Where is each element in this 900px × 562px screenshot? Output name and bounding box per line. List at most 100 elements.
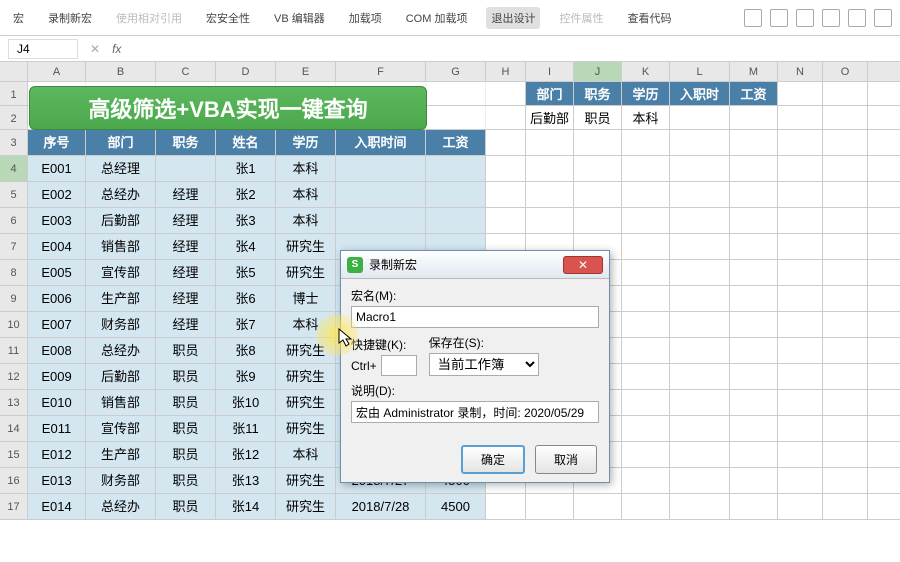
cell-O9[interactable] xyxy=(823,286,868,311)
cell-N17[interactable] xyxy=(778,494,823,519)
cell-A7[interactable]: E004 xyxy=(28,234,86,259)
cell-L14[interactable] xyxy=(670,416,730,441)
cell-M5[interactable] xyxy=(730,182,778,207)
cell-L3[interactable] xyxy=(670,130,730,155)
cell-A4[interactable]: E001 xyxy=(28,156,86,181)
cell-C12[interactable]: 职员 xyxy=(156,364,216,389)
cell-L6[interactable] xyxy=(670,208,730,233)
cell-E3[interactable]: 学历 xyxy=(276,130,336,155)
cell-D7[interactable]: 张4 xyxy=(216,234,276,259)
cell-O12[interactable] xyxy=(823,364,868,389)
cell-N1[interactable] xyxy=(778,82,823,105)
cell-J4[interactable] xyxy=(574,156,622,181)
cell-G1[interactable] xyxy=(426,82,486,105)
cell-M6[interactable] xyxy=(730,208,778,233)
cell-B15[interactable]: 生产部 xyxy=(86,442,156,467)
cell-D6[interactable]: 张3 xyxy=(216,208,276,233)
view-icon-2[interactable] xyxy=(770,9,788,27)
cell-K10[interactable] xyxy=(622,312,670,337)
cell-J5[interactable] xyxy=(574,182,622,207)
cell-J3[interactable] xyxy=(574,130,622,155)
cell-F3[interactable]: 入职时间 xyxy=(336,130,426,155)
cell-B13[interactable]: 销售部 xyxy=(86,390,156,415)
row-header-14[interactable]: 14 xyxy=(0,416,28,441)
row-header-17[interactable]: 17 xyxy=(0,494,28,519)
cell-A9[interactable]: E006 xyxy=(28,286,86,311)
ribbon-view-code[interactable]: 查看代码 xyxy=(622,7,676,29)
cell-M12[interactable] xyxy=(730,364,778,389)
cell-A12[interactable]: E009 xyxy=(28,364,86,389)
cell-M1[interactable]: 工资 xyxy=(730,82,778,105)
cell-K6[interactable] xyxy=(622,208,670,233)
col-header-B[interactable]: B xyxy=(86,62,156,81)
col-header-G[interactable]: G xyxy=(426,62,486,81)
view-icon-6[interactable] xyxy=(874,9,892,27)
cell-H5[interactable] xyxy=(486,182,526,207)
cell-L17[interactable] xyxy=(670,494,730,519)
cell-D14[interactable]: 张11 xyxy=(216,416,276,441)
cell-K17[interactable] xyxy=(622,494,670,519)
cell-C14[interactable]: 职员 xyxy=(156,416,216,441)
cell-B5[interactable]: 总经办 xyxy=(86,182,156,207)
cell-H17[interactable] xyxy=(486,494,526,519)
cell-K16[interactable] xyxy=(622,468,670,493)
cell-H6[interactable] xyxy=(486,208,526,233)
cell-C7[interactable]: 经理 xyxy=(156,234,216,259)
cell-E12[interactable]: 研究生 xyxy=(276,364,336,389)
cell-D15[interactable]: 张12 xyxy=(216,442,276,467)
cell-C17[interactable]: 职员 xyxy=(156,494,216,519)
cell-K2[interactable]: 本科 xyxy=(622,106,670,129)
cell-E17[interactable]: 研究生 xyxy=(276,494,336,519)
cell-N12[interactable] xyxy=(778,364,823,389)
cell-A5[interactable]: E002 xyxy=(28,182,86,207)
cell-B11[interactable]: 总经办 xyxy=(86,338,156,363)
desc-input[interactable] xyxy=(351,401,599,423)
cell-N4[interactable] xyxy=(778,156,823,181)
cell-E14[interactable]: 研究生 xyxy=(276,416,336,441)
ribbon-record-macro[interactable]: 录制新宏 xyxy=(43,7,97,29)
cell-A17[interactable]: E014 xyxy=(28,494,86,519)
fx-icon[interactable]: fx xyxy=(112,42,121,56)
ribbon-macro-security[interactable]: 宏安全性 xyxy=(201,7,255,29)
col-header-M[interactable]: M xyxy=(730,62,778,81)
cell-M8[interactable] xyxy=(730,260,778,285)
cell-K5[interactable] xyxy=(622,182,670,207)
cell-A6[interactable]: E003 xyxy=(28,208,86,233)
cell-A14[interactable]: E011 xyxy=(28,416,86,441)
cell-K12[interactable] xyxy=(622,364,670,389)
cell-N2[interactable] xyxy=(778,106,823,129)
cell-K1[interactable]: 学历 xyxy=(622,82,670,105)
cell-A3[interactable]: 序号 xyxy=(28,130,86,155)
cell-O6[interactable] xyxy=(823,208,868,233)
view-icon-5[interactable] xyxy=(848,9,866,27)
cell-reference-box[interactable]: J4 xyxy=(8,39,78,59)
row-header-7[interactable]: 7 xyxy=(0,234,28,259)
cell-E6[interactable]: 本科 xyxy=(276,208,336,233)
cell-E13[interactable]: 研究生 xyxy=(276,390,336,415)
cell-I17[interactable] xyxy=(526,494,574,519)
cell-E7[interactable]: 研究生 xyxy=(276,234,336,259)
cell-L5[interactable] xyxy=(670,182,730,207)
col-header-H[interactable]: H xyxy=(486,62,526,81)
cancel-icon[interactable]: ✕ xyxy=(90,42,100,56)
cell-D4[interactable]: 张1 xyxy=(216,156,276,181)
cell-K15[interactable] xyxy=(622,442,670,467)
cell-O10[interactable] xyxy=(823,312,868,337)
row-header-15[interactable]: 15 xyxy=(0,442,28,467)
savein-select[interactable]: 当前工作簿 xyxy=(429,353,539,376)
cell-L8[interactable] xyxy=(670,260,730,285)
cell-K13[interactable] xyxy=(622,390,670,415)
cell-O13[interactable] xyxy=(823,390,868,415)
cell-I5[interactable] xyxy=(526,182,574,207)
cell-E16[interactable]: 研究生 xyxy=(276,468,336,493)
cell-E8[interactable]: 研究生 xyxy=(276,260,336,285)
cell-E5[interactable]: 本科 xyxy=(276,182,336,207)
cell-A13[interactable]: E010 xyxy=(28,390,86,415)
cell-G2[interactable] xyxy=(426,106,486,129)
row-header-4[interactable]: 4 xyxy=(0,156,28,181)
cell-M3[interactable] xyxy=(730,130,778,155)
row-header-8[interactable]: 8 xyxy=(0,260,28,285)
cell-B17[interactable]: 总经办 xyxy=(86,494,156,519)
cell-I6[interactable] xyxy=(526,208,574,233)
cell-C4[interactable] xyxy=(156,156,216,181)
